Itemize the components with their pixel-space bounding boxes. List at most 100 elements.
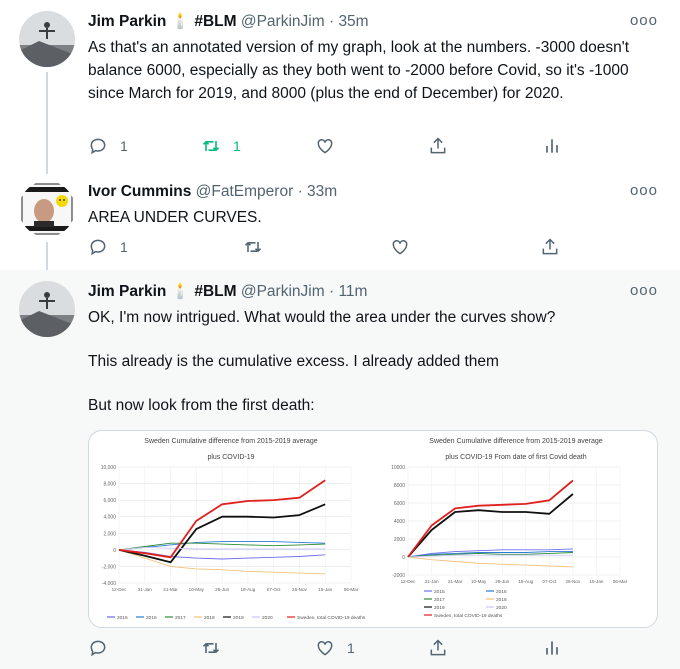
- retweet-button[interactable]: 1: [201, 136, 241, 156]
- legend-label: Sweden, total COVID-19 deaths: [434, 613, 503, 619]
- y-tick-label: 8,000: [103, 482, 116, 488]
- legend-label: 2019: [434, 605, 445, 611]
- candle-emoji-icon: 🕯️: [170, 13, 191, 30]
- tweet-paragraph: But now look from the first death:: [88, 397, 315, 414]
- avatar[interactable]: [19, 181, 75, 237]
- legend-label: Sweden, total COVID-19 deaths: [297, 615, 366, 621]
- avatar[interactable]: [19, 11, 75, 67]
- reply-count: 1: [120, 239, 128, 255]
- x-tick-label: 26-Nov: [565, 579, 581, 584]
- legend-label: 2015: [434, 589, 445, 595]
- x-tick-label: 21-Mar: [163, 587, 178, 592]
- share-icon: [430, 639, 446, 656]
- x-tick-label: 21-Mar: [448, 579, 463, 584]
- y-tick-label: 0: [402, 555, 405, 561]
- x-tick-label: 31-Jan: [138, 587, 152, 592]
- tweet-header: Ivor Cummins @FatEmperor · 33m: [88, 182, 337, 202]
- legend-label: 2017: [175, 615, 186, 621]
- y-tick-label: 10,000: [101, 465, 117, 471]
- chart-left[interactable]: Sweden Cumulative difference from 2015-2…: [89, 431, 373, 627]
- timestamp[interactable]: 35m: [338, 13, 368, 30]
- retweet-button[interactable]: [243, 237, 263, 257]
- x-tick-label: 10-May: [471, 579, 487, 584]
- like-button[interactable]: [315, 136, 347, 156]
- more-options-icon[interactable]: ooo: [630, 282, 658, 299]
- x-tick-label: 06-Mar: [344, 587, 359, 592]
- legend-label: 2020: [262, 615, 273, 621]
- x-tick-label: 15-Jan: [318, 587, 332, 592]
- y-tick-label: 4,000: [103, 515, 116, 521]
- more-options-icon[interactable]: ooo: [630, 182, 658, 199]
- retweet-icon: [202, 140, 220, 152]
- user-handle[interactable]: @ParkinJim: [241, 283, 325, 300]
- series-line: [407, 479, 574, 558]
- tweet-paragraph: As that's an annotated version of my gra…: [88, 39, 629, 102]
- user-handle[interactable]: @ParkinJim: [241, 13, 325, 30]
- name-hashtag[interactable]: #BLM: [194, 283, 236, 300]
- legend-label: 2017: [434, 597, 445, 603]
- x-tick-label: 07-Oct: [267, 587, 282, 592]
- retweet-icon: [202, 642, 220, 654]
- share-button[interactable]: [540, 237, 560, 257]
- avatar[interactable]: [19, 281, 75, 337]
- share-button[interactable]: [428, 136, 448, 156]
- share-button[interactable]: [428, 638, 448, 658]
- display-name[interactable]: Ivor Cummins: [88, 183, 191, 200]
- tweet[interactable]: Ivor Cummins @FatEmperor · 33m ooo AREA …: [0, 168, 680, 272]
- x-tick-label: 12-Dec: [112, 587, 128, 592]
- x-tick-label: 18-Aug: [518, 579, 533, 584]
- display-name[interactable]: Jim Parkin: [88, 13, 166, 30]
- reply-button[interactable]: 1: [88, 136, 128, 156]
- like-button[interactable]: 1: [315, 638, 355, 658]
- x-tick-label: 29-Jun: [495, 579, 509, 584]
- analytics-button[interactable]: [542, 638, 562, 658]
- heart-icon: [317, 640, 333, 656]
- tweet-header: Jim Parkin 🕯️ #BLM @ParkinJim · 11m: [88, 282, 367, 302]
- y-tick-label: -2,000: [102, 564, 116, 570]
- like-button[interactable]: [390, 237, 410, 257]
- thread-line: [46, 242, 48, 272]
- separator-dot: ·: [297, 183, 303, 200]
- reply-icon: [90, 239, 106, 256]
- legend-label: 2018: [496, 597, 507, 603]
- tweet-text: As that's an annotated version of my gra…: [88, 36, 658, 105]
- name-hashtag[interactable]: #BLM: [194, 13, 236, 30]
- x-tick-label: 18-Aug: [240, 587, 255, 592]
- chart-right[interactable]: Sweden Cumulative difference from 2015-2…: [374, 431, 658, 627]
- chart-title: Sweden Cumulative difference from 2015-2…: [429, 438, 603, 445]
- timestamp[interactable]: 33m: [307, 183, 337, 200]
- x-tick-label: 06-Mar: [613, 579, 628, 584]
- share-icon: [430, 137, 446, 154]
- user-handle[interactable]: @FatEmperor: [196, 183, 294, 200]
- candle-emoji-icon: 🕯️: [170, 283, 191, 300]
- tweet-paragraph: AREA UNDER CURVES.: [88, 209, 262, 226]
- legend-label: 2018: [204, 615, 215, 621]
- more-options-icon[interactable]: ooo: [630, 12, 658, 29]
- display-name[interactable]: Jim Parkin: [88, 283, 166, 300]
- analytics-button[interactable]: [542, 136, 562, 156]
- legend-label: 2020: [496, 605, 507, 611]
- image-card[interactable]: Sweden Cumulative difference from 2015-2…: [88, 430, 658, 628]
- series-line: [407, 556, 573, 568]
- heart-icon: [392, 239, 408, 255]
- legend-label: 2016: [496, 589, 507, 595]
- tweet-paragraph: OK, I'm now intrigued. What would the ar…: [88, 309, 556, 326]
- legend-label: 2015: [117, 615, 128, 621]
- tweet[interactable]: Jim Parkin 🕯️ #BLM @ParkinJim · 11m ooo …: [0, 270, 680, 669]
- retweet-icon: [244, 241, 262, 253]
- timestamp[interactable]: 11m: [338, 283, 367, 300]
- chart-subtitle: plus COVID-19: [207, 454, 254, 461]
- separator-dot: ·: [328, 13, 335, 30]
- reply-count: 1: [120, 138, 128, 154]
- y-tick-label: 0: [113, 548, 116, 554]
- retweet-button[interactable]: [201, 638, 221, 658]
- analytics-icon: [546, 641, 558, 655]
- heart-icon: [317, 138, 333, 154]
- y-tick-label: 2000: [394, 537, 405, 543]
- reply-button[interactable]: [88, 638, 108, 658]
- separator-dot: ·: [328, 283, 335, 300]
- reply-button[interactable]: 1: [88, 237, 128, 257]
- tweet[interactable]: Jim Parkin 🕯️ #BLM @ParkinJim · 35m ooo …: [0, 0, 680, 172]
- retweet-count: 1: [233, 138, 241, 154]
- like-count: 1: [347, 640, 355, 656]
